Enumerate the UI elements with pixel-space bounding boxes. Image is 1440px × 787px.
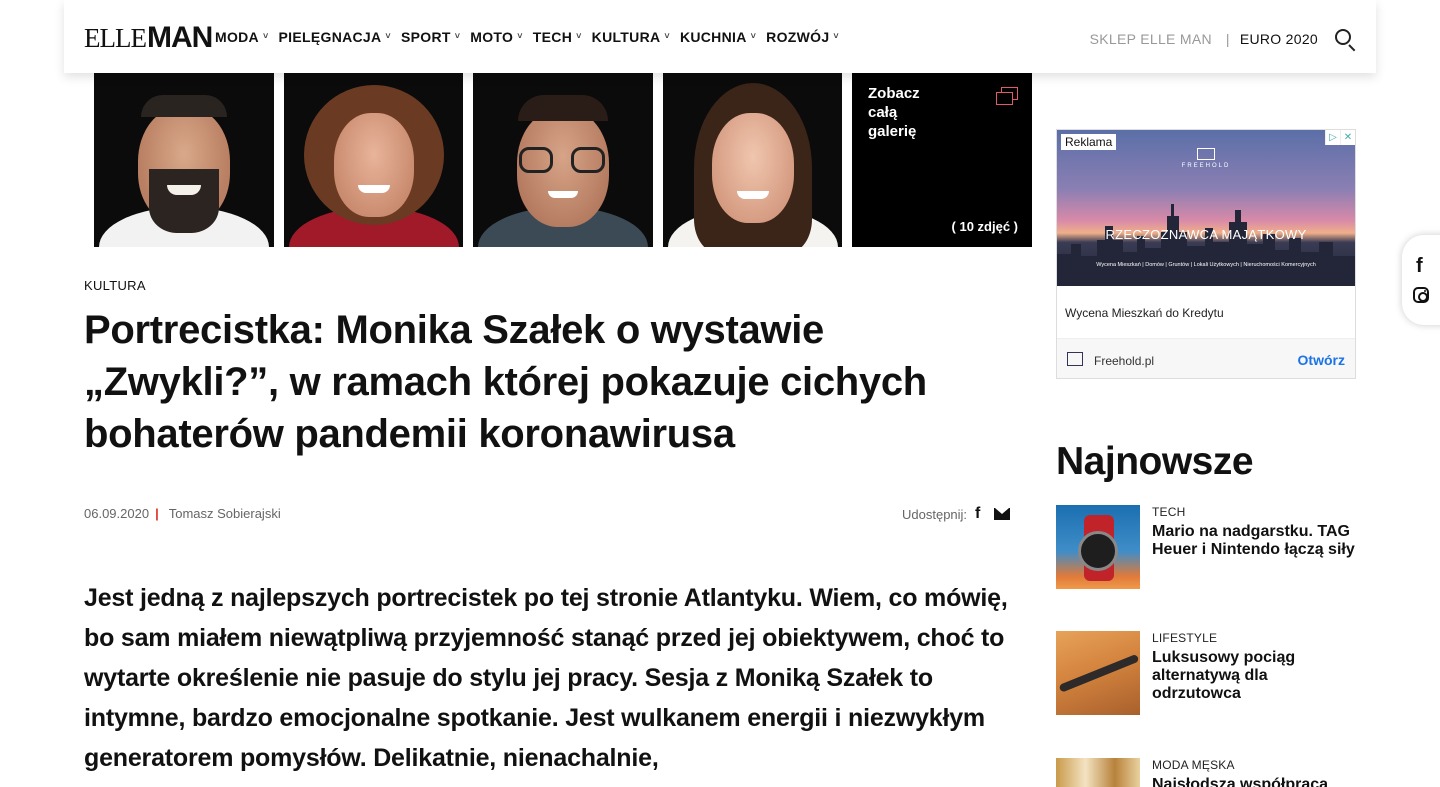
site-logo[interactable]: ELLE MAN bbox=[84, 20, 213, 54]
nav-label: MOTO bbox=[470, 29, 514, 45]
latest-category[interactable]: TECH bbox=[1152, 505, 1185, 519]
nav-item-moto[interactable]: MOTO ˅ bbox=[470, 29, 523, 45]
ad-banner-image[interactable]: Reklama ▷ ✕ FREEHOLD RZECZOZNAWCA MAJĄTK… bbox=[1057, 130, 1355, 286]
latest-headline[interactable]: Mario na nadgarstku. TAG Heuer i Nintend… bbox=[1152, 523, 1357, 559]
gallery-photo[interactable] bbox=[473, 73, 653, 247]
meta-separator: | bbox=[155, 506, 159, 521]
ad-brand: FREEHOLD bbox=[1057, 148, 1355, 169]
chevron-down-icon: ˅ bbox=[517, 31, 523, 41]
instagram-icon[interactable] bbox=[1413, 287, 1429, 303]
latest-thumb[interactable] bbox=[1056, 758, 1140, 787]
article-author[interactable]: Tomasz Sobierajski bbox=[169, 506, 281, 521]
chevron-down-icon: ˅ bbox=[833, 31, 839, 41]
see-gallery-label: Zobacz całą galerię bbox=[868, 85, 920, 140]
photo-count: ( 10 zdjęć ) bbox=[951, 219, 1018, 234]
nav-item-sport[interactable]: SPORT ˅ bbox=[401, 29, 460, 45]
ad-box[interactable]: Reklama ▷ ✕ FREEHOLD RZECZOZNAWCA MAJĄTK… bbox=[1056, 129, 1356, 379]
nav-item-tech[interactable]: TECH ˅ bbox=[533, 29, 582, 45]
latest-category[interactable]: MODA MĘSKA bbox=[1152, 758, 1235, 772]
nav-label: MODA bbox=[215, 29, 259, 45]
facebook-icon[interactable]: f bbox=[1416, 255, 1423, 278]
nav-item-moda[interactable]: MODA ˅ bbox=[215, 29, 269, 45]
euro-2020-link[interactable]: EURO 2020 bbox=[1240, 31, 1318, 47]
latest-heading: Najnowsze bbox=[1056, 440, 1254, 483]
logo-elle: ELLE bbox=[84, 23, 147, 53]
see-full-gallery-tile[interactable]: Zobacz całą galerię ( 10 zdjęć ) bbox=[852, 73, 1032, 247]
nav-item-kultura[interactable]: KULTURA ˅ bbox=[592, 29, 670, 45]
social-float: f bbox=[1402, 235, 1440, 325]
email-share-icon[interactable] bbox=[994, 508, 1011, 520]
ad-footer: Freehold.pl Otwórz bbox=[1057, 338, 1355, 378]
gallery-icon bbox=[996, 87, 1018, 105]
chevron-down-icon: ˅ bbox=[664, 31, 670, 41]
chevron-down-icon: ˅ bbox=[262, 31, 269, 41]
ad-headline: RZECZOZNAWCA MAJĄTKOWY bbox=[1105, 227, 1307, 242]
ad-choices[interactable]: ▷ ✕ bbox=[1325, 130, 1355, 145]
nav-item-kuchnia[interactable]: KUCHNIA ˅ bbox=[680, 29, 756, 45]
adchoices-icon[interactable]: ▷ bbox=[1325, 130, 1340, 145]
latest-headline[interactable]: Luksusowy pociąg alternatywą dla odrzuto… bbox=[1152, 649, 1357, 703]
shop-link[interactable]: SKLEP ELLE MAN bbox=[1090, 31, 1212, 47]
close-icon[interactable]: ✕ bbox=[1340, 130, 1355, 145]
chevron-down-icon: ˅ bbox=[750, 31, 757, 41]
chevron-down-icon: ˅ bbox=[576, 31, 582, 41]
ad-description[interactable]: Wycena Mieszkań do Kredytu bbox=[1065, 306, 1224, 320]
facebook-share-icon[interactable]: f bbox=[975, 505, 980, 523]
gallery-photo[interactable] bbox=[94, 73, 274, 247]
latest-thumb[interactable] bbox=[1056, 631, 1140, 715]
ad-open-button[interactable]: Otwórz bbox=[1298, 352, 1345, 368]
latest-category[interactable]: LIFESTYLE bbox=[1152, 631, 1217, 645]
share-bar: Udostępnij: f bbox=[902, 505, 1011, 523]
gallery-photo[interactable] bbox=[284, 73, 463, 247]
nav-item-rozwoj[interactable]: ROZWÓJ ˅ bbox=[766, 29, 839, 45]
chevron-down-icon: ˅ bbox=[385, 31, 391, 41]
nav-label: SPORT bbox=[400, 29, 451, 45]
photo-gallery: Zobacz całą galerię ( 10 zdjęć ) bbox=[94, 73, 1032, 247]
ad-brand-name: FREEHOLD bbox=[1181, 163, 1231, 169]
header-separator: | bbox=[1225, 31, 1230, 47]
nav-label: ROZWÓJ bbox=[766, 29, 830, 45]
chevron-down-icon: ˅ bbox=[454, 31, 461, 41]
nav-label: TECH bbox=[532, 29, 573, 45]
gallery-photo[interactable] bbox=[663, 73, 842, 247]
share-label: Udostępnij: bbox=[902, 506, 968, 522]
advertiser-logo-icon bbox=[1067, 352, 1083, 366]
article-date: 06.09.2020 bbox=[84, 506, 150, 521]
main-nav: MODA ˅ PIELĘGNACJA ˅ SPORT ˅ MOTO ˅ TECH ˅ KU… bbox=[215, 29, 849, 45]
latest-thumb[interactable] bbox=[1056, 505, 1140, 589]
article-meta: 06.09.2020 | Tomasz Sobierajski bbox=[84, 506, 281, 521]
site-header: ELLE MAN MODA ˅ PIELĘGNACJA ˅ SPORT ˅ MOTO ˅… bbox=[64, 0, 1376, 73]
nav-item-pielegnacja[interactable]: PIELĘGNACJA ˅ bbox=[279, 29, 391, 45]
nav-label: KULTURA bbox=[591, 29, 661, 45]
building-icon bbox=[1197, 148, 1215, 160]
nav-label: KUCHNIA bbox=[679, 29, 747, 45]
article-category[interactable]: KULTURA bbox=[84, 278, 146, 293]
ad-domain[interactable]: Freehold.pl bbox=[1094, 354, 1154, 368]
latest-headline[interactable]: Najsłodsza współpraca bbox=[1152, 776, 1357, 787]
article-lead: Jest jedną z najlepszych portrecistek po… bbox=[84, 584, 1008, 772]
search-icon[interactable] bbox=[1334, 28, 1356, 52]
logo-man: MAN bbox=[146, 20, 213, 54]
header-right: SKLEP ELLE MAN | EURO 2020 bbox=[1090, 28, 1356, 52]
nav-label: PIELĘGNACJA bbox=[278, 29, 382, 45]
article-title: Portrecistka: Monika Szałek o wystawie „… bbox=[84, 308, 927, 456]
ad-subline: Wycena Mieszkań | Domów | Gruntów | Loka… bbox=[1096, 262, 1316, 268]
